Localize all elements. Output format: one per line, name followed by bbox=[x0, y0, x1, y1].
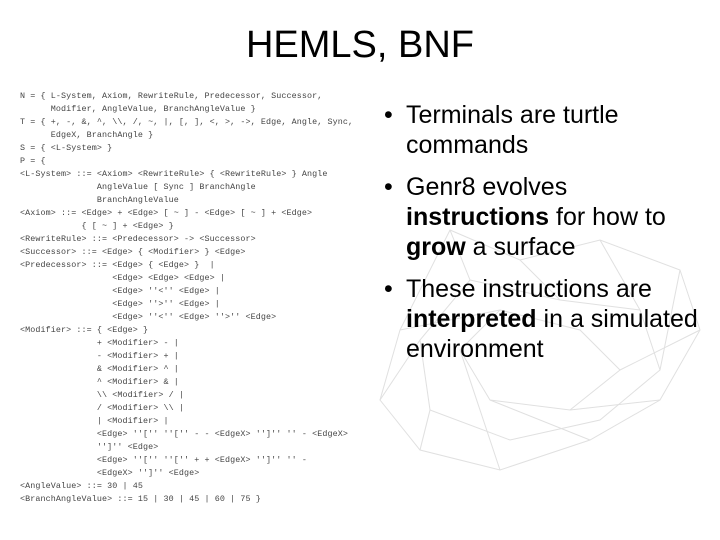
bnf-line: / <Modifier> \\ | bbox=[20, 403, 184, 413]
bullet-text: a surface bbox=[466, 233, 576, 261]
bnf-line: ^ <Modifier> & | bbox=[20, 377, 179, 387]
bullet-strong: instructions bbox=[406, 203, 549, 231]
bnf-line: <Predecessor> ::= <Edge> { <Edge> } | bbox=[20, 260, 215, 270]
bnf-line: <Edge> ''<'' <Edge> | bbox=[20, 286, 220, 296]
bnf-line: <Successor> ::= <Edge> { <Modifier> } <E… bbox=[20, 247, 246, 257]
bullet-text: Genr8 evolves bbox=[406, 173, 567, 201]
bnf-line: <Edge> <Edge> <Edge> | bbox=[20, 273, 225, 283]
bnf-line: Modifier, AngleValue, BranchAngleValue } bbox=[20, 104, 256, 114]
bnf-line: S = { <L-System> } bbox=[20, 143, 112, 153]
bnf-line: { [ ~ ] + <Edge> } bbox=[20, 221, 174, 231]
bnf-line: <AngleValue> ::= 30 | 45 bbox=[20, 481, 143, 491]
bnf-line: + <Modifier> - | bbox=[20, 338, 179, 348]
bnf-line: <Edge> ''['' ''['' + + <EdgeX> '']'' '' … bbox=[20, 455, 307, 465]
bnf-line: <EdgeX> '']'' <Edge> bbox=[20, 468, 199, 478]
bnf-line: EdgeX, BranchAngle } bbox=[20, 130, 153, 140]
bnf-line: BranchAngleValue bbox=[20, 195, 179, 205]
bnf-line: N = { L-System, Axiom, RewriteRule, Pred… bbox=[20, 91, 322, 101]
bnf-line: <Edge> ''>'' <Edge> | bbox=[20, 299, 220, 309]
bnf-line: T = { +, -, &, ^, \\, /, ~, |, [, ], <, … bbox=[20, 117, 353, 127]
bnf-line: | <Modifier> | bbox=[20, 416, 169, 426]
bullet-2: Genr8 evolves instructions for how to gr… bbox=[380, 172, 700, 262]
bullet-text: These instructions are bbox=[406, 275, 652, 303]
bnf-line: <RewriteRule> ::= <Predecessor> -> <Succ… bbox=[20, 234, 256, 244]
bullet-text: Terminals are turtle commands bbox=[406, 101, 619, 159]
bullet-strong: interpreted bbox=[406, 305, 537, 333]
bnf-line: P = { bbox=[20, 156, 46, 166]
bnf-line: '']'' <Edge> bbox=[20, 442, 158, 452]
bnf-line: <Axiom> ::= <Edge> + <Edge> [ ~ ] - <Edg… bbox=[20, 208, 312, 218]
bnf-line: <Edge> ''['' ''['' - - <EdgeX> '']'' '' … bbox=[20, 429, 348, 439]
bnf-line: AngleValue [ Sync ] BranchAngle bbox=[20, 182, 256, 192]
slide: HEMLS, BNF N = { L-System, Axiom, Rewrit… bbox=[0, 0, 720, 540]
bnf-line: \\ <Modifier> / | bbox=[20, 390, 184, 400]
bullet-strong: grow bbox=[406, 233, 466, 261]
bnf-line: & <Modifier> ^ | bbox=[20, 364, 179, 374]
bullet-text: for how to bbox=[549, 203, 666, 231]
bnf-line: <BranchAngleValue> ::= 15 | 30 | 45 | 60… bbox=[20, 494, 261, 504]
bnf-line: <Edge> ''<'' <Edge> ''>'' <Edge> bbox=[20, 312, 276, 322]
bnf-line: - <Modifier> + | bbox=[20, 351, 179, 361]
bnf-line: <L-System> ::= <Axiom> <RewriteRule> { <… bbox=[20, 169, 328, 179]
bullet-1: Terminals are turtle commands bbox=[380, 100, 700, 160]
bullet-3: These instructions are interpreted in a … bbox=[380, 274, 700, 364]
slide-title: HEMLS, BNF bbox=[0, 24, 720, 67]
bnf-line: <Modifier> ::= { <Edge> } bbox=[20, 325, 148, 335]
bnf-grammar: N = { L-System, Axiom, RewriteRule, Pred… bbox=[20, 90, 360, 507]
bullet-list: Terminals are turtle commands Genr8 evol… bbox=[380, 100, 700, 376]
